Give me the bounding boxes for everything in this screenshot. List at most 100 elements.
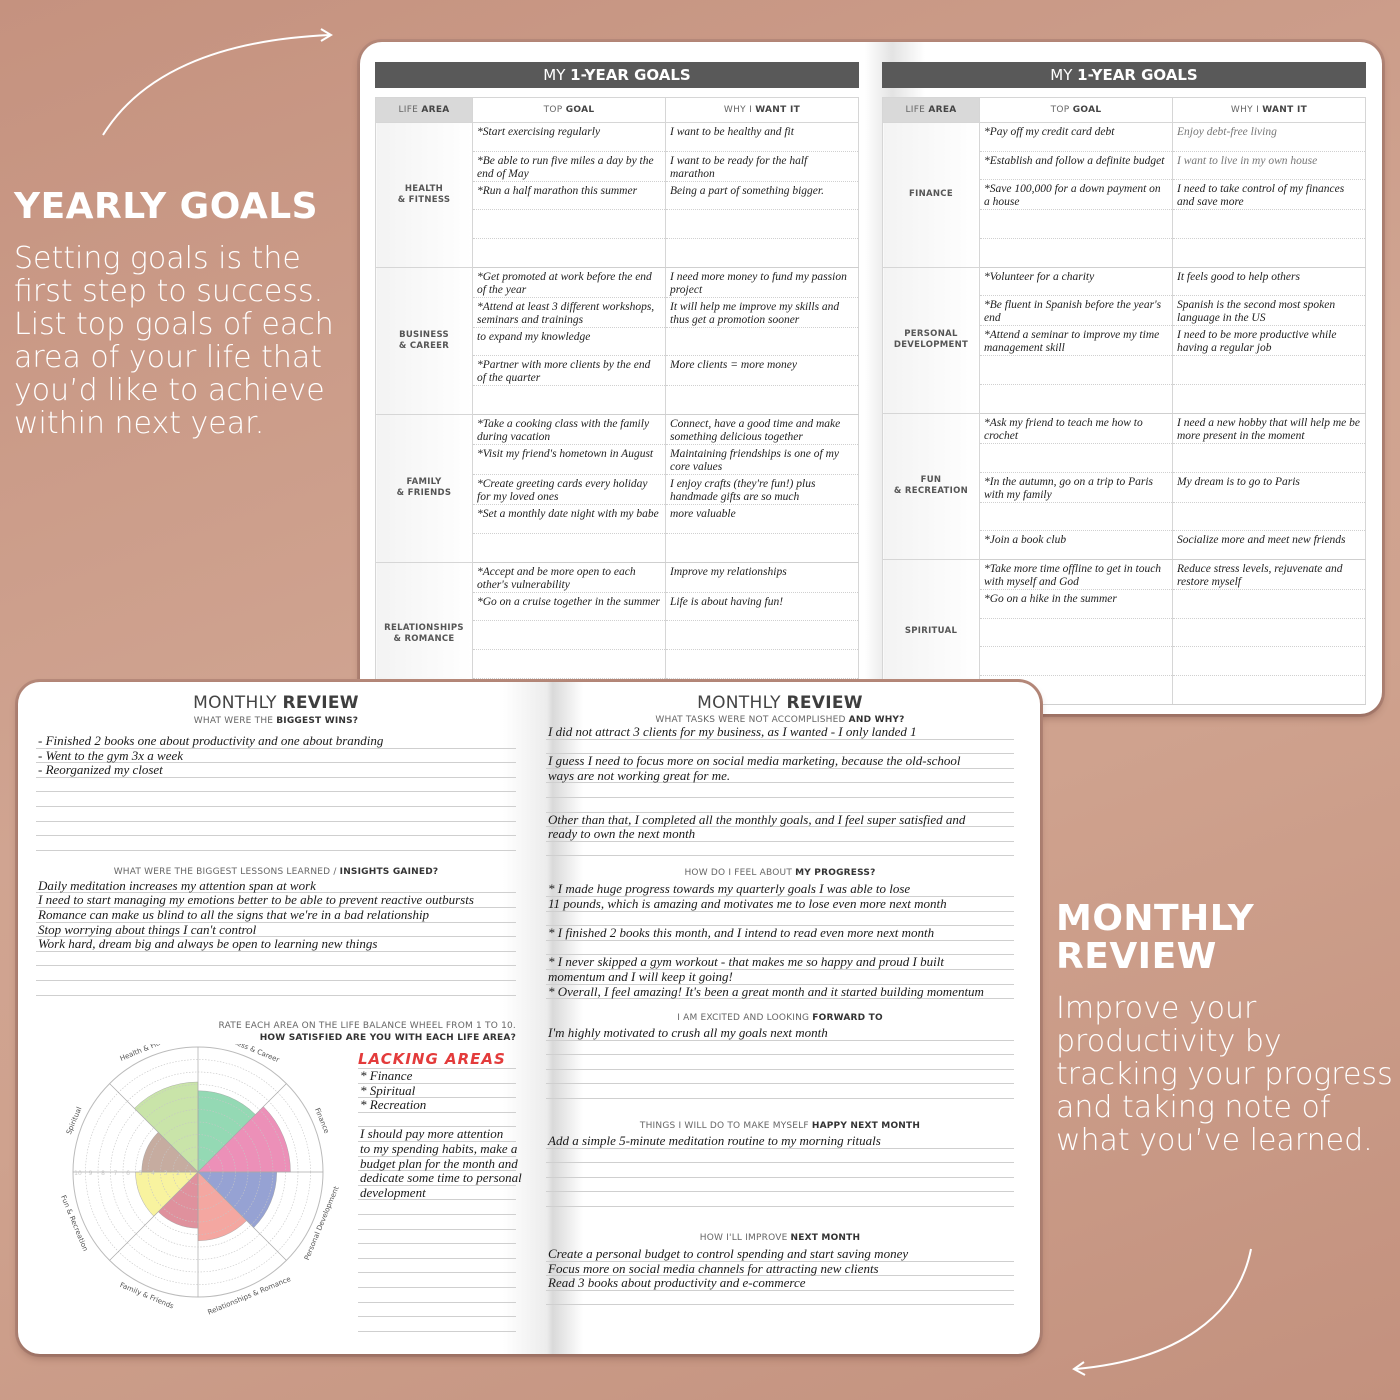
written-line[interactable] [358,1273,516,1288]
written-line[interactable]: Focus more on social media channels for … [546,1261,1014,1277]
written-line[interactable] [546,1070,1014,1085]
top-goal-cell[interactable]: *Take more time offline to get in touch … [979,559,1173,590]
why-cell[interactable] [1172,384,1366,414]
top-goal-cell[interactable] [979,238,1173,268]
top-goal-cell[interactable] [979,443,1173,473]
top-goal-cell[interactable]: *Attend at least 3 different workshops, … [472,297,666,328]
top-goal-cell[interactable]: *Volunteer for a charity [979,267,1173,297]
written-line[interactable] [358,1303,516,1318]
written-line[interactable] [36,822,516,837]
top-goal-cell[interactable] [979,618,1173,648]
written-line[interactable]: Create a personal budget to control spen… [546,1247,1014,1262]
why-cell[interactable] [665,327,859,357]
top-goal-cell[interactable]: *Establish and follow a definite budget [979,151,1173,181]
why-cell[interactable]: Maintaining friendships is one of my cor… [665,444,859,476]
top-goal-cell[interactable] [472,620,666,650]
written-line[interactable] [546,1041,1014,1056]
why-cell[interactable] [1172,238,1366,268]
written-line[interactable]: I need to start managing my emotions bet… [36,893,516,908]
why-cell[interactable]: more valuable [665,504,859,534]
written-line[interactable] [546,842,1014,857]
written-line[interactable]: budget plan for the month and [358,1156,518,1172]
written-line[interactable]: Work hard, dream big and always be open … [36,937,516,952]
why-cell[interactable] [1172,589,1366,619]
why-cell[interactable]: I need more money to fund my passion pro… [665,267,859,298]
written-line[interactable]: to my spending habits, make a [358,1142,517,1157]
why-cell[interactable] [665,620,859,650]
top-goal-cell[interactable]: to expand my knowledge [472,327,666,357]
top-goal-cell[interactable] [979,646,1173,676]
why-cell[interactable] [1172,209,1366,240]
written-line[interactable] [358,1200,516,1215]
why-cell[interactable]: Spanish is the second most spoken langua… [1172,295,1366,327]
why-cell[interactable]: Connect, have a good time and make somet… [665,414,859,446]
written-line[interactable] [36,807,516,822]
written-line[interactable]: * I made huge progress towards my quarte… [546,882,1014,897]
written-line[interactable]: * I never skipped a gym workout - that m… [546,955,1014,970]
why-cell[interactable]: I want to live in my own house [1172,151,1366,181]
written-line[interactable] [358,1288,516,1303]
why-cell[interactable]: I need a new hobby that will help me be … [1172,413,1366,444]
written-line[interactable]: I should pay more attention [358,1127,516,1142]
why-cell[interactable] [665,238,859,268]
written-line[interactable]: Read 3 books about productivity and e-co… [546,1276,1014,1291]
written-line[interactable] [36,778,516,793]
top-goal-cell[interactable]: *Take a cooking class with the family du… [472,414,666,446]
top-goal-cell[interactable] [472,385,666,416]
written-line[interactable]: development [358,1185,516,1201]
why-cell[interactable] [1172,443,1366,473]
why-cell[interactable] [665,209,859,240]
top-goal-cell[interactable]: *Get promoted at work before the end of … [472,267,666,298]
written-line[interactable] [546,1055,1014,1070]
written-line[interactable] [358,1215,516,1230]
written-line[interactable]: Other than that, I completed all the mon… [546,812,1014,828]
written-line[interactable]: momentum and I will keep it going! [546,970,1014,985]
top-goal-cell[interactable]: *Visit my friend's hometown in August [472,444,666,476]
written-line[interactable]: * Overall, I feel amazing! It's been a g… [546,984,1014,1000]
written-line[interactable]: Add a simple 5-minute meditation routine… [546,1134,1014,1149]
written-line[interactable]: ways are not working great for me. [546,768,1014,784]
top-goal-cell[interactable]: *Ask my friend to teach me how to croche… [979,413,1173,444]
written-line[interactable] [546,798,1014,813]
why-cell[interactable] [1172,618,1366,648]
written-line[interactable] [36,966,516,981]
written-line[interactable]: Daily meditation increases my attention … [36,878,516,894]
written-line[interactable] [358,1113,516,1128]
why-cell[interactable]: I need to be more productive while havin… [1172,325,1366,357]
written-line[interactable]: * Recreation [358,1098,516,1113]
top-goal-cell[interactable] [472,209,666,240]
written-line[interactable] [546,1163,1014,1178]
top-goal-cell[interactable]: *Start exercising regularly [472,122,666,152]
why-cell[interactable]: Being a part of something bigger. [665,181,859,211]
written-line[interactable]: I guess I need to focus more on social m… [546,754,1014,769]
written-line[interactable]: dedicate some time to personal [358,1171,522,1186]
why-cell[interactable] [665,533,859,563]
why-cell[interactable] [1172,675,1366,705]
top-goal-cell[interactable] [472,649,666,679]
written-line[interactable] [36,836,516,851]
top-goal-cell[interactable]: *Accept and be more open to each other's… [472,562,666,593]
why-cell[interactable] [1172,502,1366,532]
why-cell[interactable] [1172,646,1366,676]
why-cell[interactable]: Life is about having fun! [665,592,859,622]
written-line[interactable]: - Went to the gym 3x a week [36,748,516,764]
written-line[interactable] [546,1192,1014,1208]
top-goal-cell[interactable]: *Partner with more clients by the end of… [472,355,666,387]
written-line[interactable] [546,1149,1014,1164]
written-line[interactable] [358,1230,516,1245]
top-goal-cell[interactable]: *Go on a hike in the summer [979,589,1173,619]
written-line[interactable] [36,952,516,967]
written-line[interactable] [36,981,516,996]
written-line[interactable]: Stop worrying about things I can't contr… [36,922,516,938]
written-line[interactable] [546,1291,1014,1306]
top-goal-cell[interactable]: *Go on a cruise together in the summer [472,592,666,622]
why-cell[interactable]: It feels good to help others [1172,267,1366,297]
why-cell[interactable]: I want to be healthy and fit [665,122,859,152]
top-goal-cell[interactable]: *Run a half marathon this summer [472,181,666,211]
why-cell[interactable]: Socialize more and meet new friends [1172,530,1366,560]
top-goal-cell[interactable] [979,209,1173,240]
why-cell[interactable]: My dream is to go to Paris [1172,472,1366,503]
why-cell[interactable]: I need to take control of my finances an… [1172,179,1366,211]
written-line[interactable] [546,1178,1014,1193]
why-cell[interactable]: More clients = more money [665,355,859,387]
